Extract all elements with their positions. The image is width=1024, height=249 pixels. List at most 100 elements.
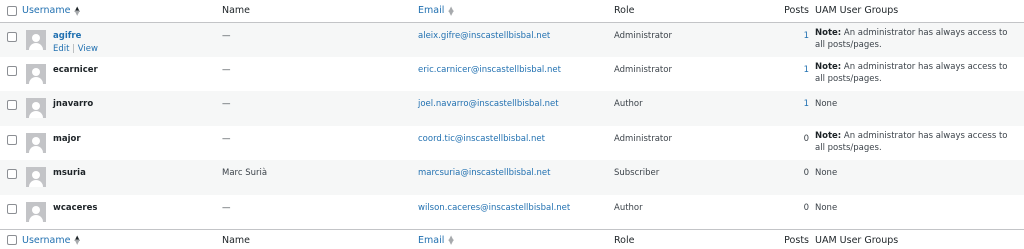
role-cell: Administrator	[614, 64, 672, 75]
row-actions-separator: |	[72, 43, 76, 54]
groups-note-label: Note:	[815, 130, 842, 141]
email-link[interactable]: aleix.gifre@inscastellbisbal.net	[418, 31, 550, 41]
table-header-row: Username ▲ ▼ Name Email ▲ ▼ Role Posts UAM U…	[0, 0, 1024, 22]
name-cell: —	[222, 133, 231, 144]
groups-note-text: An administrator has always access to al…	[815, 27, 1008, 50]
edit-link[interactable]: Edit	[53, 44, 69, 54]
column-header-name: Name	[222, 5, 251, 17]
row-checkbox[interactable]	[7, 203, 17, 214]
groups-cell: None	[815, 168, 838, 178]
name-cell: —	[222, 202, 231, 213]
row-checkbox[interactable]	[7, 134, 17, 145]
email-link[interactable]: joel.navarro@inscastellbisbal.net	[418, 99, 559, 109]
column-footer-role: Role	[614, 234, 635, 246]
username-cell: msuria	[22, 160, 222, 195]
row-checkbox[interactable]	[7, 169, 17, 179]
table-row: msuria Marc Surià marcsuria@inscastellbi…	[0, 160, 1024, 195]
row-checkbox[interactable]	[7, 65, 17, 76]
row-check-cell	[0, 126, 22, 161]
sort-arrows-icon[interactable]: ▲ ▼	[74, 235, 79, 246]
default-avatar-icon	[26, 201, 46, 222]
username-cell: ecarnicer	[22, 57, 222, 92]
email-cell: joel.navarro@inscastellbisbal.net	[418, 91, 614, 126]
groups-cell: None	[815, 202, 838, 213]
sort-arrows-icon[interactable]: ▲ ▼	[448, 5, 453, 16]
name-cell: —	[222, 99, 231, 109]
username-cell: major	[22, 126, 222, 161]
sort-email-link[interactable]: Email	[418, 5, 444, 16]
posts-count-link[interactable]: 1	[804, 99, 809, 109]
table-row: jnavarro — joel.navarro@inscastellbisbal…	[0, 91, 1024, 126]
column-header-email[interactable]: Email ▲ ▼	[418, 0, 614, 22]
row-check-cell	[0, 160, 22, 195]
view-link[interactable]: View	[78, 44, 98, 54]
table-row: ecarnicer — eric.carnicer@inscastellbisb…	[0, 57, 1024, 92]
role-cell: Subscriber	[614, 168, 660, 178]
column-header-posts: Posts	[784, 5, 809, 17]
name-cell: —	[222, 30, 231, 41]
default-avatar-icon	[26, 63, 46, 84]
username-link[interactable]: msuria	[53, 168, 222, 178]
posts-cell: 0	[803, 202, 809, 213]
sort-username-link[interactable]: Username	[22, 235, 70, 246]
username-link[interactable]: ecarnicer	[53, 65, 222, 75]
column-header-username[interactable]: Username ▲ ▼	[22, 0, 222, 22]
username-link[interactable]: wcaceres	[53, 203, 222, 213]
column-footer-groups: UAM User Groups	[815, 234, 899, 246]
column-footer-email[interactable]: Email ▲ ▼	[418, 229, 614, 249]
email-cell: coord.tic@inscastellbisbal.net	[418, 126, 614, 161]
column-footer-username[interactable]: Username ▲ ▼	[22, 229, 222, 249]
column-footer-name: Name	[222, 234, 251, 246]
default-avatar-icon	[26, 98, 46, 118]
email-link[interactable]: wilson.caceres@inscastellbisbal.net	[418, 203, 570, 213]
groups-note-text: An administrator has always access to al…	[815, 61, 1008, 84]
select-all-checkbox[interactable]	[7, 5, 17, 16]
groups-note-label: Note:	[815, 27, 842, 38]
posts-cell: 1	[754, 22, 815, 57]
select-all-cell	[0, 0, 22, 22]
sort-username-link[interactable]: Username	[22, 5, 70, 16]
posts-count-link[interactable]: 1	[804, 31, 809, 41]
sort-arrows-icon[interactable]: ▲ ▼	[74, 5, 79, 16]
table-row: agifre Edit | View — aleix.gifre@inscast…	[0, 22, 1024, 57]
email-cell: aleix.gifre@inscastellbisbal.net	[418, 22, 614, 57]
email-link[interactable]: marcsuria@inscastellbisbal.net	[418, 168, 550, 178]
table-row: wcaceres — wilson.caceres@inscastellbisb…	[0, 195, 1024, 230]
row-actions: Edit | View	[53, 44, 222, 54]
default-avatar-icon	[26, 167, 46, 187]
role-cell: Administrator	[614, 30, 672, 41]
email-cell: wilson.caceres@inscastellbisbal.net	[418, 195, 614, 230]
username-link[interactable]: agifre	[53, 31, 222, 41]
column-header-groups: UAM User Groups	[815, 5, 899, 17]
username-link[interactable]: jnavarro	[53, 99, 222, 109]
groups-note-label: Note:	[815, 61, 842, 72]
role-cell: Administrator	[614, 133, 672, 144]
groups-cell: Note: An administrator has always access…	[815, 22, 1024, 57]
sort-arrows-icon[interactable]: ▲ ▼	[448, 235, 453, 246]
users-table: Username ▲ ▼ Name Email ▲ ▼ Role Posts UAM U…	[0, 0, 1024, 249]
groups-cell: Note: An administrator has always access…	[815, 126, 1024, 161]
name-cell: Marc Surià	[222, 168, 268, 178]
groups-cell: None	[815, 99, 838, 109]
posts-cell: 1	[754, 91, 815, 126]
email-cell: marcsuria@inscastellbisbal.net	[418, 160, 614, 195]
select-all-checkbox-footer[interactable]	[7, 235, 17, 245]
email-link[interactable]: eric.carnicer@inscastellbisbal.net	[418, 65, 561, 75]
posts-count-link[interactable]: 1	[804, 65, 809, 75]
groups-note-text: An administrator has always access to al…	[815, 130, 1008, 153]
groups-cell: Note: An administrator has always access…	[815, 57, 1024, 92]
username-cell: agifre Edit | View	[22, 22, 222, 57]
username-link[interactable]: major	[53, 134, 222, 144]
sort-email-link[interactable]: Email	[418, 235, 444, 246]
email-link[interactable]: coord.tic@inscastellbisbal.net	[418, 134, 545, 144]
role-cell: Author	[614, 99, 643, 109]
row-checkbox[interactable]	[7, 100, 17, 110]
row-check-cell	[0, 22, 22, 57]
default-avatar-icon	[26, 132, 46, 153]
username-cell: jnavarro	[22, 91, 222, 126]
username-cell: wcaceres	[22, 195, 222, 230]
row-checkbox[interactable]	[7, 31, 17, 42]
name-cell: —	[222, 64, 231, 75]
column-header-role: Role	[614, 5, 635, 17]
table-footer-row: Username ▲ ▼ Name Email ▲ ▼ Role Posts UAM U…	[0, 229, 1024, 249]
